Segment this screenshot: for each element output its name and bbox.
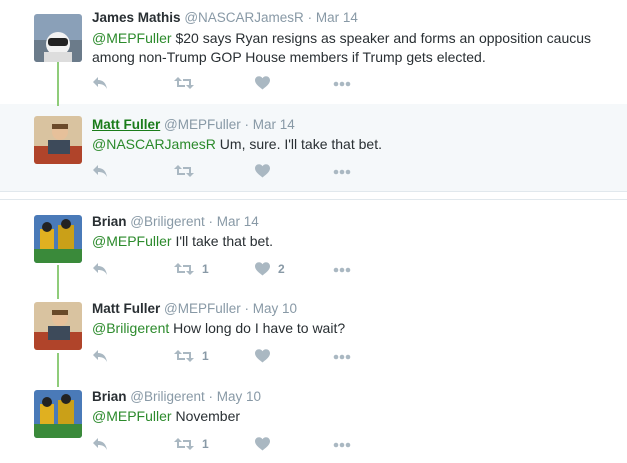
reply-button[interactable] [92, 349, 108, 363]
separator: · [244, 117, 250, 132]
tweet-body: How long do I have to wait? [169, 320, 346, 336]
avatar[interactable] [34, 14, 82, 62]
tweet-header: Brian @Briligerent · May 10 [92, 389, 261, 405]
timestamp[interactable]: May 10 [217, 389, 261, 404]
timestamp[interactable]: May 10 [253, 301, 297, 316]
user-handle[interactable]: @MEPFuller [164, 117, 241, 132]
retweet-icon [174, 437, 194, 451]
reply-button[interactable] [92, 437, 108, 451]
avatar[interactable] [34, 390, 82, 438]
user-handle[interactable]: @Briligerent [130, 389, 204, 404]
reply-icon [92, 437, 108, 451]
timestamp[interactable]: Mar 14 [217, 214, 259, 229]
tweet-body: Um, sure. I'll take that bet. [215, 136, 382, 152]
retweet-button[interactable] [174, 76, 194, 90]
more-button[interactable] [333, 442, 351, 448]
mention-link[interactable]: @MEPFuller [92, 408, 172, 424]
separator: · [244, 301, 250, 316]
like-icon [255, 437, 270, 451]
retweet-icon [174, 76, 194, 90]
display-name[interactable]: Matt Fuller [92, 301, 160, 316]
reply-icon [92, 349, 108, 363]
like-button[interactable] [255, 76, 270, 90]
retweet-button[interactable] [174, 164, 194, 178]
tweet-header: Brian @Briligerent · Mar 14 [92, 214, 259, 230]
timestamp[interactable]: Mar 14 [253, 117, 295, 132]
tweet-header: James Mathis @NASCARJamesR · Mar 14 [92, 10, 358, 26]
tweet-text: @NASCARJamesR Um, sure. I'll take that b… [92, 135, 612, 154]
tweet-body: I'll take that bet. [171, 233, 274, 249]
display-name[interactable]: Brian [92, 214, 127, 229]
display-name[interactable]: Brian [92, 389, 127, 404]
tweet[interactable]: Brian @Briligerent · Mar 14 @MEPFuller I… [0, 200, 627, 288]
like-button[interactable] [255, 437, 270, 451]
like-icon [255, 164, 270, 178]
like-button[interactable] [255, 349, 270, 363]
avatar[interactable] [34, 302, 82, 350]
separator: · [307, 10, 313, 25]
more-button[interactable] [333, 354, 351, 360]
tweet-text: @MEPFuller I'll take that bet. [92, 232, 612, 251]
retweet-icon [174, 349, 194, 363]
like-button[interactable] [255, 164, 270, 178]
mention-link[interactable]: @MEPFuller [92, 233, 172, 249]
user-handle[interactable]: @NASCARJamesR [184, 10, 303, 25]
more-icon [333, 442, 351, 448]
more-icon [333, 169, 351, 175]
retweet-icon [174, 164, 194, 178]
reply-button[interactable] [92, 76, 108, 90]
reply-icon [92, 262, 108, 276]
divider [0, 191, 627, 192]
tweet-header: Matt Fuller @MEPFuller · May 10 [92, 301, 297, 317]
retweet-count: 1 [202, 437, 209, 451]
avatar[interactable] [34, 215, 82, 263]
more-icon [333, 81, 351, 87]
retweet-count: 1 [202, 349, 209, 363]
user-handle[interactable]: @Briligerent [130, 214, 204, 229]
more-button[interactable] [333, 169, 351, 175]
reply-button[interactable] [92, 164, 108, 178]
retweet-button[interactable]: 1 [174, 349, 209, 363]
mention-link[interactable]: @NASCARJamesR [92, 136, 216, 152]
retweet-button[interactable]: 1 [174, 262, 209, 276]
like-icon [255, 76, 270, 90]
more-icon [333, 354, 351, 360]
like-icon [255, 262, 270, 276]
user-handle[interactable]: @MEPFuller [164, 301, 241, 316]
retweet-button[interactable]: 1 [174, 437, 209, 451]
separator: · [208, 389, 214, 404]
avatar[interactable] [34, 116, 82, 164]
tweet[interactable]: Brian @Briligerent · May 10 @MEPFuller N… [0, 376, 627, 463]
separator: · [208, 214, 214, 229]
retweet-icon [174, 262, 194, 276]
reply-button[interactable] [92, 262, 108, 276]
tweet[interactable]: Matt Fuller @MEPFuller · Mar 14 @NASCARJ… [0, 104, 627, 191]
more-button[interactable] [333, 267, 351, 273]
reply-icon [92, 164, 108, 178]
timestamp[interactable]: Mar 14 [316, 10, 358, 25]
tweet-body: November [171, 408, 241, 424]
tweet-text: @Briligerent How long do I have to wait? [92, 319, 612, 338]
tweet[interactable]: Matt Fuller @MEPFuller · May 10 @Brilige… [0, 288, 627, 376]
more-icon [333, 267, 351, 273]
tweet-text: @MEPFuller $20 says Ryan resigns as spea… [92, 29, 612, 67]
retweet-count: 1 [202, 262, 209, 276]
tweet-text: @MEPFuller November [92, 407, 612, 426]
like-button[interactable]: 2 [255, 262, 285, 276]
mention-link[interactable]: @MEPFuller [92, 30, 172, 46]
tweet[interactable]: James Mathis @NASCARJamesR · Mar 14 @MEP… [0, 0, 627, 104]
display-name[interactable]: Matt Fuller [92, 117, 160, 132]
like-icon [255, 349, 270, 363]
tweet-header: Matt Fuller @MEPFuller · Mar 14 [92, 117, 295, 133]
reply-icon [92, 76, 108, 90]
like-count: 2 [278, 262, 285, 276]
mention-link[interactable]: @Briligerent [92, 320, 169, 336]
more-button[interactable] [333, 81, 351, 87]
display-name[interactable]: James Mathis [92, 10, 181, 25]
